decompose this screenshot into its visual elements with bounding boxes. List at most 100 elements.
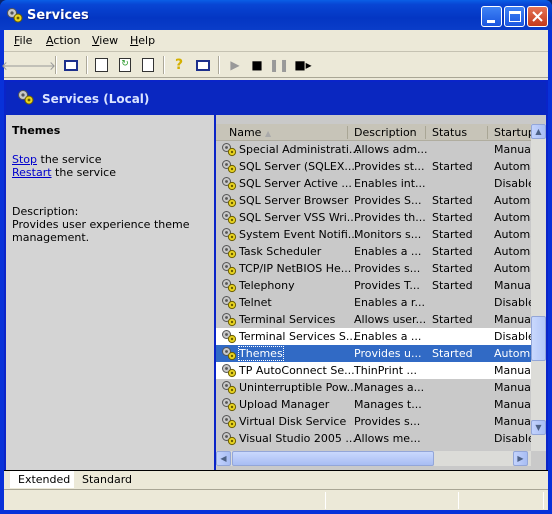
- service-row[interactable]: SQL Server Active ... Enables int... Disab…: [216, 175, 531, 192]
- service-status: Started: [432, 228, 473, 241]
- horizontal-scroll-thumb[interactable]: [232, 451, 434, 466]
- service-startup: Manual: [494, 364, 531, 377]
- service-row[interactable]: SQL Server Browser Provides S... Started Au…: [216, 192, 531, 209]
- service-row[interactable]: SQL Server VSS Wri... Provides th... Start…: [216, 209, 531, 226]
- service-row[interactable]: Visual Studio 2005 ... Allows me... Disabl…: [216, 430, 531, 447]
- service-name: Telnet: [239, 296, 272, 309]
- toolbar-separator: [86, 56, 88, 74]
- show-hide-action-pane-button[interactable]: [194, 56, 212, 74]
- service-status: Started: [432, 245, 473, 258]
- column-resizer[interactable]: [347, 126, 348, 139]
- service-row[interactable]: Special Administrati... Allows adm... Manu…: [216, 141, 531, 158]
- start-service-button[interactable]: ▶: [226, 56, 244, 74]
- restart-service-button[interactable]: ■▸: [294, 56, 312, 74]
- title-bar[interactable]: Services: [0, 0, 552, 30]
- service-name: TCP/IP NetBIOS He...: [239, 262, 352, 275]
- service-gear-icon: [222, 279, 237, 293]
- column-startup[interactable]: Startup: [494, 126, 535, 139]
- service-description: Provides st...: [354, 160, 425, 173]
- service-status: Started: [432, 347, 473, 360]
- menu-action[interactable]: Action: [46, 34, 80, 47]
- help-button[interactable]: ?: [170, 56, 188, 74]
- tab-extended[interactable]: Extended: [10, 471, 74, 488]
- service-description: Provides s...: [354, 415, 421, 428]
- scroll-left-button[interactable]: ◀: [216, 451, 231, 466]
- service-description: Provides S...: [354, 194, 422, 207]
- service-row[interactable]: TP AutoConnect Se... ThinPrint ... Manual: [216, 362, 531, 379]
- menu-file[interactable]: File: [14, 34, 32, 47]
- service-name: SQL Server (SQLEX...: [239, 160, 355, 173]
- menu-view[interactable]: View: [92, 34, 118, 47]
- stop-service-link[interactable]: Stop: [12, 153, 37, 166]
- service-gear-icon: [222, 160, 237, 174]
- stop-service-button[interactable]: ■: [248, 56, 266, 74]
- service-row[interactable]: Telephony Provides T... Started Manual: [216, 277, 531, 294]
- service-row[interactable]: Terminal Services Allows user... Started Ma…: [216, 311, 531, 328]
- service-startup: Automa: [494, 194, 531, 207]
- service-status: Started: [432, 211, 473, 224]
- close-button[interactable]: [527, 6, 548, 27]
- column-resizer[interactable]: [487, 126, 488, 139]
- service-description: Provides T...: [354, 279, 420, 292]
- console-content: Services (Local) Themes Stop the service…: [4, 80, 548, 474]
- service-name: System Event Notifi...: [239, 228, 359, 241]
- service-name: Special Administrati...: [239, 143, 360, 156]
- service-row[interactable]: Terminal Services S... Enables a ... Disab…: [216, 328, 531, 345]
- service-startup: Automa: [494, 262, 531, 275]
- service-row[interactable]: SQL Server (SQLEX... Provides st... Starte…: [216, 158, 531, 175]
- services-gear-icon: [7, 8, 23, 23]
- service-description: Allows me...: [354, 432, 421, 445]
- service-startup: Automa: [494, 228, 531, 241]
- service-row[interactable]: Uninterruptible Pow... Manages a... Manual: [216, 379, 531, 396]
- service-gear-icon: [222, 143, 237, 157]
- tab-standard[interactable]: Standard: [76, 471, 136, 488]
- horizontal-scrollbar[interactable]: ◀ ▶: [216, 451, 531, 466]
- service-description: Provides u...: [354, 347, 422, 360]
- vertical-scroll-thumb[interactable]: [531, 316, 546, 361]
- description-label: Description:: [12, 205, 79, 218]
- scroll-down-button[interactable]: ▼: [531, 420, 546, 435]
- scroll-up-button[interactable]: ▲: [531, 124, 546, 139]
- service-row[interactable]: Virtual Disk Service Provides s... Manual: [216, 413, 531, 430]
- service-description: Manages a...: [354, 381, 425, 394]
- column-name[interactable]: Name ▲: [229, 126, 271, 139]
- forward-button[interactable]: 🡒: [24, 56, 56, 74]
- description-text-line1: Provides user experience theme: [12, 218, 190, 231]
- service-row[interactable]: TCP/IP NetBIOS He... Provides s... Started…: [216, 260, 531, 277]
- service-description: Monitors s...: [354, 228, 422, 241]
- service-name: Virtual Disk Service: [239, 415, 347, 428]
- service-gear-icon: [222, 177, 237, 191]
- service-gear-icon: [222, 228, 237, 242]
- show-hide-tree-button[interactable]: [62, 56, 80, 74]
- maximize-icon: [509, 11, 521, 22]
- refresh-button[interactable]: ↻: [116, 56, 134, 74]
- column-description[interactable]: Description: [354, 126, 417, 139]
- service-row[interactable]: Task Scheduler Enables a ... Started Automa: [216, 243, 531, 260]
- service-row[interactable]: Telnet Enables a r... Disabled: [216, 294, 531, 311]
- restart-service-link[interactable]: Restart: [12, 166, 52, 179]
- service-gear-icon: [222, 347, 237, 361]
- menu-help[interactable]: Help: [130, 34, 155, 47]
- service-description: Enables a r...: [354, 296, 425, 309]
- column-resizer[interactable]: [425, 126, 426, 139]
- toolbar-separator: [55, 56, 57, 74]
- extended-detail-pane: Themes Stop the service Restart the serv…: [6, 115, 214, 474]
- export-list-button[interactable]: [139, 56, 157, 74]
- properties-button[interactable]: [92, 56, 110, 74]
- column-status[interactable]: Status: [432, 126, 467, 139]
- service-row[interactable]: Upload Manager Manages t... Manual: [216, 396, 531, 413]
- service-row[interactable]: Themes Provides u... Started Automa: [216, 345, 531, 362]
- scope-header: Services (Local): [6, 82, 546, 115]
- service-description: Enables a ...: [354, 330, 422, 343]
- status-separator: [543, 492, 544, 509]
- view-tabs: Extended Standard: [4, 470, 548, 489]
- pause-service-button[interactable]: ❚❚: [269, 56, 289, 74]
- minimize-button[interactable]: [481, 6, 502, 27]
- toolbar-separator: [163, 56, 165, 74]
- service-row[interactable]: System Event Notifi... Monitors s... Start…: [216, 226, 531, 243]
- scroll-right-button[interactable]: ▶: [513, 451, 528, 466]
- vertical-scrollbar[interactable]: ▲ ▼: [531, 124, 546, 451]
- service-startup: Automa: [494, 211, 531, 224]
- maximize-button[interactable]: [504, 6, 525, 27]
- service-startup: Manual: [494, 398, 531, 411]
